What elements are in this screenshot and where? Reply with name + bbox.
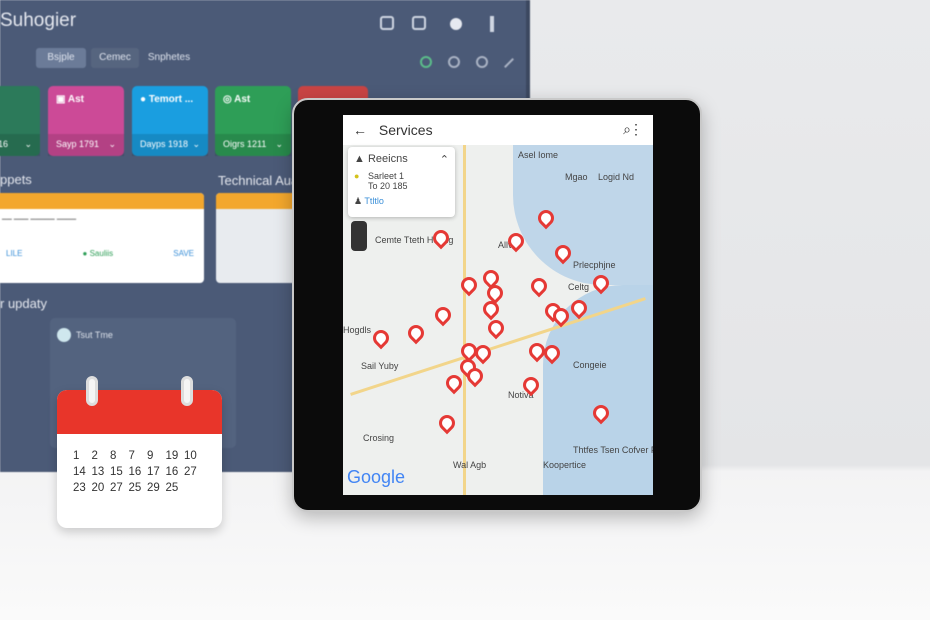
screen-title: Services bbox=[378, 122, 433, 138]
map-label: Prlecphjne bbox=[573, 260, 616, 270]
calendar-day: 10 bbox=[184, 450, 197, 462]
calendar-day: 27 bbox=[184, 466, 197, 478]
edit-icon[interactable] bbox=[504, 58, 514, 68]
person-icon: ♟ bbox=[354, 196, 363, 206]
stat-card-1[interactable]: ▣ Ast Sayp 1791 ⌄ bbox=[48, 86, 124, 156]
map-controls[interactable] bbox=[351, 221, 367, 251]
search-icon[interactable] bbox=[420, 56, 432, 68]
section-updates-title: r updaty bbox=[0, 296, 47, 311]
calendar-day: 16 bbox=[165, 466, 179, 478]
map-label: Sail Yuby bbox=[361, 361, 399, 371]
map-label: Asel Iome bbox=[518, 150, 559, 160]
map-pin[interactable] bbox=[431, 303, 455, 327]
calendar-day: 13 bbox=[91, 466, 105, 478]
stat-card-0[interactable]: 16 ⌄ bbox=[0, 86, 40, 156]
map-label: Celtg bbox=[568, 282, 590, 292]
tab-2[interactable]: Snphetes bbox=[144, 48, 194, 68]
report-panel[interactable]: ━━ ━━━ ━━━━━ ━━━━ LILE ● Sauliis SAVE bbox=[0, 193, 204, 283]
calendar-day: 14 bbox=[73, 466, 86, 478]
map-pin[interactable] bbox=[442, 371, 466, 395]
calendar-day: 20 bbox=[91, 482, 105, 494]
calendar-day: 7 bbox=[128, 450, 135, 462]
google-logo: Google bbox=[347, 467, 406, 487]
info-title: Reeicns bbox=[367, 153, 408, 165]
map-label: Hogdls bbox=[343, 325, 372, 335]
map-label: Congeie bbox=[573, 360, 607, 370]
app-title: Suhogier bbox=[0, 10, 77, 31]
lock-icon[interactable] bbox=[380, 16, 394, 30]
map-label: Thtfes Tsen Cofver Faee bbox=[573, 445, 653, 455]
stat-card-3[interactable]: ◎ Ast Oigrs 1211 ⌄ bbox=[215, 86, 291, 156]
calendar-day: 9 bbox=[147, 450, 154, 462]
map-label: Wal Agb bbox=[453, 460, 487, 470]
calendar-day: 2 bbox=[91, 450, 98, 462]
location-icon: ● bbox=[354, 171, 360, 181]
grid-icon[interactable] bbox=[412, 16, 426, 30]
info-line: To 20 185 bbox=[368, 181, 408, 191]
map-pin[interactable] bbox=[429, 226, 453, 250]
tab-1[interactable]: Cemec bbox=[91, 48, 139, 68]
calendar-day: 8 bbox=[110, 450, 117, 462]
info-panel[interactable]: ▲ Reeicns ⌃ ● Sarleet 1 To 20 185 ♟ Ttltlo bbox=[348, 147, 455, 217]
help-icon[interactable] bbox=[490, 16, 494, 32]
map-label: Mgao bbox=[565, 172, 588, 182]
map-label: Crosing bbox=[363, 433, 395, 443]
calendar-day: 19 bbox=[165, 450, 179, 462]
map-label: Koopertice bbox=[543, 460, 587, 470]
stat-card-2[interactable]: ● Temort ... Dayps 1918 ⌄ bbox=[132, 86, 208, 156]
calendar-day: 16 bbox=[128, 466, 142, 478]
tab-0[interactable]: Bsjple bbox=[36, 48, 86, 68]
app-bar: ← Services ⌕ ⋮ bbox=[343, 115, 653, 145]
calendar-day: 15 bbox=[110, 466, 123, 478]
avatar[interactable] bbox=[450, 18, 462, 30]
calendar-day: 1 bbox=[73, 450, 80, 462]
map-pin[interactable] bbox=[457, 273, 481, 297]
calendar-day: 27 bbox=[110, 482, 123, 494]
calendar-ring bbox=[86, 376, 98, 406]
calendar-ring bbox=[181, 376, 193, 406]
calendar-day: 29 bbox=[147, 482, 160, 494]
map-pin[interactable] bbox=[484, 316, 508, 340]
bell-icon: ▲ bbox=[354, 153, 365, 165]
map-pin[interactable] bbox=[404, 321, 428, 345]
map-pin[interactable] bbox=[435, 411, 459, 435]
map-label: Logid Nd bbox=[598, 172, 635, 182]
calendar-day: 17 bbox=[147, 466, 160, 478]
update-icon bbox=[57, 328, 71, 342]
map-pin[interactable] bbox=[369, 326, 393, 350]
calendar-day: 25 bbox=[128, 482, 142, 494]
technical-panel[interactable] bbox=[216, 193, 296, 283]
calendar-day: 23 bbox=[73, 482, 86, 494]
info-line: Sarleet 1 bbox=[368, 171, 405, 181]
back-arrow-icon[interactable]: ← bbox=[353, 122, 367, 138]
calendar-day: 25 bbox=[165, 482, 179, 494]
update-title: Tsut Tme bbox=[76, 330, 113, 340]
more-icon[interactable]: ⋮ bbox=[629, 121, 643, 138]
info-link[interactable]: Ttltlo bbox=[364, 196, 384, 206]
calendar-icon: 1 2 8 7 9 19 10 14 13 15 16 17 16 27 23 20 27 25 29 25 bbox=[57, 390, 222, 528]
map-screen: Asel IomeLogid NdMgaoCemte Tteth HoongAl… bbox=[343, 115, 653, 495]
info-icon[interactable] bbox=[476, 56, 488, 68]
section-reports-title: ppets bbox=[0, 172, 32, 187]
section-technical-title: Technical Aual bbox=[218, 173, 302, 188]
highway bbox=[463, 145, 466, 495]
collapse-icon[interactable]: ⌃ bbox=[440, 153, 449, 166]
map-pin[interactable] bbox=[527, 274, 551, 298]
map-pin[interactable] bbox=[479, 297, 503, 321]
user-icon[interactable] bbox=[448, 56, 460, 68]
